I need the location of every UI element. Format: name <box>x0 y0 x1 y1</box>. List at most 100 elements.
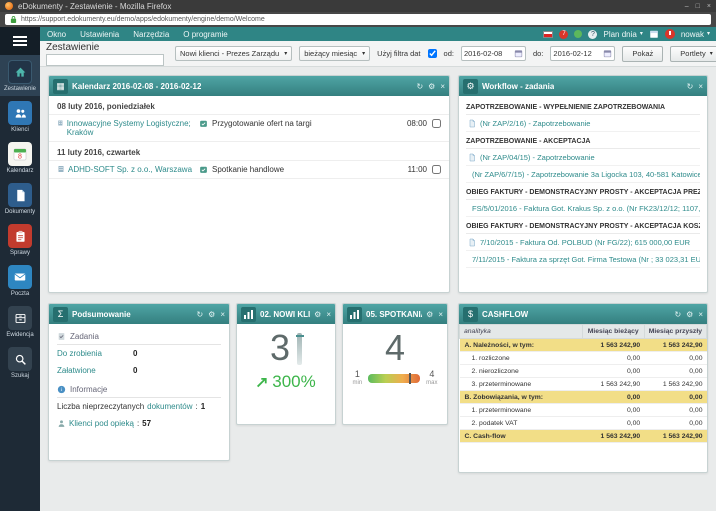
menu-okno[interactable]: Okno <box>40 30 73 39</box>
plan-dnia-dropdown[interactable]: Plan dnia▾ <box>603 30 642 39</box>
calendar-event[interactable]: ADHD-SOFT Sp. z o.o., Warszawa Spotkanie… <box>49 161 449 179</box>
event-time: 11:00 <box>408 165 427 174</box>
portlet-workflow: ⚙ Workflow - zadania ↻ × ZAPOTRZEBOWANIE… <box>458 75 708 293</box>
bar-chart-icon <box>347 307 362 322</box>
workflow-task[interactable]: FS/5/01/2016 - Faktura Got. Krakus Sp. z… <box>466 200 700 217</box>
todo-count: 0 <box>133 349 137 358</box>
gear-icon[interactable]: ⚙ <box>314 310 321 319</box>
gauge-marker <box>409 373 411 384</box>
sidebar-item-ewidencja[interactable]: Ewidencja <box>0 301 40 342</box>
username: nowak <box>681 30 704 39</box>
event-done-checkbox[interactable] <box>432 119 441 128</box>
user-menu[interactable]: nowak▾ <box>681 30 710 39</box>
sidebar-item-szukaj[interactable]: Szukaj <box>0 342 40 383</box>
workflow-task[interactable]: 7/11/2015 - Faktura za sprzęt Got. Firma… <box>466 251 700 268</box>
from-date-field <box>461 46 526 61</box>
sidebar-item-kalendarz[interactable]: 8 Kalendarz <box>0 137 40 178</box>
refresh-icon[interactable]: ↻ <box>674 310 681 319</box>
calendar-event[interactable]: Innowacyjne Systemy Logistyczne; Kraków … <box>49 115 449 142</box>
chevron-down-icon: ▾ <box>284 51 287 57</box>
refresh-icon[interactable]: ↻ <box>687 82 694 91</box>
gear-icon[interactable]: ⚙ <box>686 310 693 319</box>
page-title: Zestawienie <box>46 42 168 53</box>
portlet-cashflow: $ CASHFLOW ↻ ⚙ × analityka Miesiąc bieżą… <box>458 303 708 473</box>
close-icon[interactable]: × <box>440 82 445 91</box>
workflow-task[interactable]: (Nr ZAP/6/7/15) - Zapotrzebowanie 3a Lig… <box>466 166 700 183</box>
refresh-icon[interactable]: ↻ <box>416 82 423 91</box>
workflow-section-header: ZAPOTRZEBOWANIE - WYPEŁNIENIE ZAPOTRZEBO… <box>466 98 700 115</box>
todo-link[interactable]: Do zrobienia <box>57 349 133 358</box>
address-bar[interactable]: https://support.edokumenty.eu/demo/apps/… <box>5 14 711 25</box>
from-date-input[interactable] <box>464 49 512 58</box>
event-done-checkbox[interactable] <box>432 165 441 174</box>
gear-icon[interactable]: ⚙ <box>428 82 435 91</box>
help-icon[interactable]: ? <box>588 30 597 39</box>
close-icon[interactable]: × <box>326 310 331 319</box>
portlets-button[interactable]: Portlety▾ <box>670 46 716 62</box>
menu-ustawienia[interactable]: Ustawienia <box>73 30 126 39</box>
close-icon[interactable]: × <box>438 310 443 319</box>
close-icon[interactable]: × <box>698 82 703 91</box>
logout-icon[interactable] <box>665 29 675 39</box>
info-icon: i <box>57 385 66 394</box>
sidebar-item-label: Szukaj <box>11 373 29 379</box>
close-icon[interactable]: × <box>220 310 225 319</box>
portlet-title: CASHFLOW <box>482 310 528 319</box>
portlet-header: Σ Podsumowanie ↻ ⚙ × <box>49 304 229 324</box>
clients-icon <box>8 101 32 125</box>
maximize-button[interactable]: □ <box>696 3 700 10</box>
language-flag-icon[interactable] <box>543 31 553 38</box>
notifications-badge[interactable]: 7 <box>559 30 568 39</box>
table-row: 3. przeterminowane1 563 242,901 563 242,… <box>460 378 707 391</box>
calendar-mini-icon[interactable] <box>603 49 612 58</box>
minimize-button[interactable]: – <box>685 3 689 10</box>
calendar-mini-icon[interactable] <box>514 49 523 58</box>
sidebar-item-sprawy[interactable]: Sprawy <box>0 219 40 260</box>
workflow-task[interactable]: (Nr ZAP/04/15) - Zapotrzebowanie <box>466 149 700 166</box>
workflow-task[interactable]: 7/10/2015 - Faktura Od. POLBUD (Nr FG/22… <box>466 234 700 251</box>
info-row-clients: Klienci pod opieką: 57 <box>57 415 221 432</box>
calendar-mini-icon[interactable] <box>649 29 659 39</box>
show-button[interactable]: Pokaż <box>622 46 663 62</box>
sidebar-item-poczta[interactable]: Poczta <box>0 260 40 301</box>
table-row: C. Cash-flow1 563 242,901 563 242,90 <box>460 430 707 443</box>
sidebar-item-klienci[interactable]: Klienci <box>0 96 40 137</box>
date-filter-checkbox[interactable] <box>428 49 437 58</box>
search-input[interactable] <box>46 54 164 66</box>
documents-icon <box>8 183 32 207</box>
done-link[interactable]: Załatwione <box>57 366 133 375</box>
kpi-mini-gauge <box>297 333 302 365</box>
workflow-task[interactable]: (Nr ZAP/2/16) - Zapotrzebowanie <box>466 115 700 132</box>
chevron-down-icon: ▾ <box>710 51 713 57</box>
workflow-icon: ⚙ <box>463 79 478 94</box>
from-label: od: <box>444 49 454 58</box>
event-client-link[interactable]: ADHD-SOFT Sp. z o.o., Warszawa <box>68 165 192 174</box>
workflow-section-header: OBIEG FAKTURY - DEMONSTRACYJNY PROSTY - … <box>466 217 700 234</box>
menu-narzedzia[interactable]: Narzędzia <box>126 30 176 39</box>
summary-row: Do zrobienia 0 <box>57 345 221 362</box>
table-row: 1. przeterminowane0,000,00 <box>460 404 707 417</box>
url-text: https://support.edokumenty.eu/demo/apps/… <box>21 16 265 23</box>
workflow-section-header: OBIEG FAKTURY - DEMONSTRACYJNY PROSTY - … <box>466 183 700 200</box>
close-button[interactable]: × <box>707 3 711 10</box>
menu-o-programie[interactable]: O programie <box>176 30 234 39</box>
gauge-max-label: max <box>426 380 437 387</box>
to-date-input[interactable] <box>553 49 601 58</box>
status-icon[interactable] <box>574 30 582 38</box>
clients-care-link[interactable]: Klienci pod opieką <box>69 419 134 428</box>
close-icon[interactable]: × <box>698 310 703 319</box>
gauge-min-value: 1 <box>355 370 360 380</box>
view-select[interactable]: Nowi klienci - Prezes Zarządu▾ <box>175 46 292 61</box>
documents-link[interactable]: dokumentów <box>147 402 192 411</box>
table-row: B. Zobowiązania, w tym:0,000,00 <box>460 391 707 404</box>
refresh-icon[interactable]: ↻ <box>196 310 203 319</box>
period-select[interactable]: bieżący miesiąc▾ <box>299 46 370 61</box>
sidebar-item-dokumenty[interactable]: Dokumenty <box>0 178 40 219</box>
gear-icon[interactable]: ⚙ <box>426 310 433 319</box>
hamburger-menu-icon[interactable] <box>0 27 40 55</box>
sidebar-item-label: Dokumenty <box>5 209 35 215</box>
gauge-min-label: min <box>352 380 362 387</box>
event-client-link[interactable]: Innowacyjne Systemy Logistyczne; Kraków <box>67 119 195 137</box>
sidebar-item-zestawienie[interactable]: Zestawienie <box>0 55 40 96</box>
gear-icon[interactable]: ⚙ <box>208 310 215 319</box>
